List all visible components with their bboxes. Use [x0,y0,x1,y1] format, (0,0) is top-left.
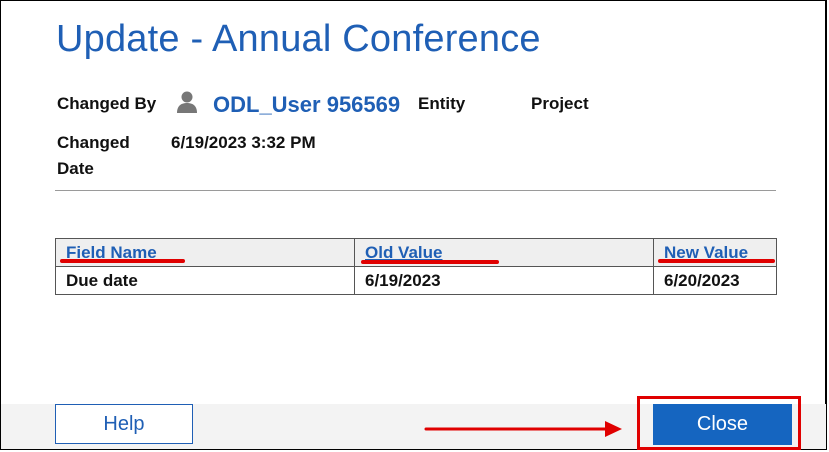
changed-date-label-line2: Date [57,159,94,178]
help-button[interactable]: Help [55,404,193,444]
user-icon [177,91,197,113]
arrow-right-icon [424,421,622,437]
project-label: Project [531,94,589,113]
changes-table: Field Name Old Value New Value Due date … [55,238,777,295]
table-row: Due date 6/19/2023 6/20/2023 [55,266,777,295]
changed-date-label-line1: Changed [57,133,130,152]
cell-field-name: Due date [55,266,355,295]
section-divider [55,190,776,191]
cell-new-value: 6/20/2023 [653,266,777,295]
cell-old-value: 6/19/2023 [354,266,654,295]
annotation-underline-field-name [60,259,185,263]
entity-label: Entity [418,94,466,113]
annotation-underline-old-value [361,260,499,264]
dialog-title: Update - Annual Conference [56,18,541,60]
close-button[interactable]: Close [653,404,792,445]
changed-date-value: 6/19/2023 3:32 PM [171,133,316,152]
dialog-frame [0,0,827,450]
changed-by-user-link[interactable]: ODL_User 956569 [213,92,400,118]
changed-by-label: Changed By [57,94,157,113]
annotation-underline-new-value [658,259,775,263]
